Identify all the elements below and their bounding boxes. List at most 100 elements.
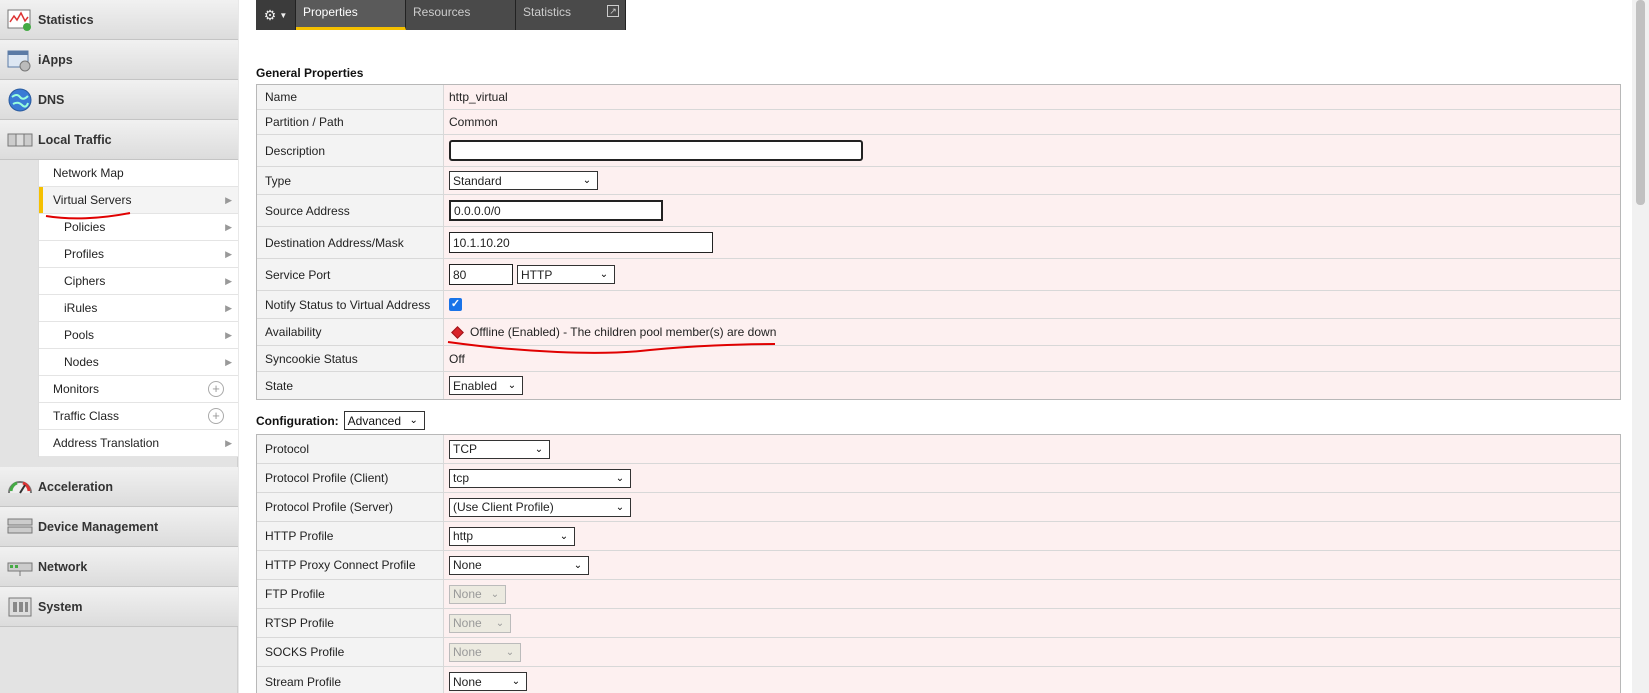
main-content: ⚙ ▼ Properties Resources Statistics ↗ Gene… <box>239 0 1649 693</box>
local-traffic-icon <box>5 127 35 153</box>
ftp-profile-select: None ⌄ <box>449 584 506 604</box>
row-notify-status: Notify Status to Virtual Address ✓ <box>257 291 1620 319</box>
nav-system[interactable]: System <box>0 587 238 627</box>
configuration-mode-select[interactable]: Advanced ⌄ <box>343 411 425 430</box>
destination-address-input[interactable]: 10.1.10.20 <box>449 232 713 253</box>
row-protocol-profile-server: Protocol Profile (Server) (Use Client Pr… <box>257 493 1620 522</box>
http-profile-select[interactable]: http ⌄ <box>449 526 575 546</box>
gear-menu-button[interactable]: ⚙ ▼ <box>256 0 296 30</box>
offline-status-icon <box>451 325 464 339</box>
system-icon <box>5 594 35 620</box>
state-select[interactable]: Enabled ⌄ <box>449 376 523 395</box>
local-traffic-submenu: Network Map Virtual Servers ▶ Policies ▶ P… <box>38 160 238 457</box>
add-icon[interactable]: + <box>208 381 224 397</box>
chevron-right-icon: ▶ <box>225 249 232 259</box>
http-proxy-connect-select[interactable]: None ⌄ <box>449 555 589 575</box>
source-address-input[interactable]: 0.0.0.0/0 <box>449 200 663 221</box>
service-port-input[interactable]: 80 <box>449 264 513 285</box>
description-input[interactable] <box>449 140 863 161</box>
general-properties-title: General Properties <box>256 66 364 80</box>
subnav-address-translation[interactable]: Address Translation ▶ <box>39 430 238 457</box>
subnav-network-map[interactable]: Network Map <box>39 160 238 187</box>
chevron-right-icon: ▶ <box>225 276 232 286</box>
row-syncookie: Syncookie Status Off <box>257 346 1620 372</box>
chevron-right-icon: ▶ <box>225 357 232 367</box>
external-link-icon[interactable]: ↗ <box>607 5 619 17</box>
row-protocol-profile-client: Protocol Profile (Client) tcp ⌄ <box>257 464 1620 493</box>
row-partition: Partition / Path Common <box>257 110 1620 135</box>
gear-icon: ⚙ <box>263 6 277 23</box>
tab-properties[interactable]: Properties <box>296 0 406 30</box>
add-icon[interactable]: + <box>208 408 224 424</box>
configuration-table: Protocol TCP ⌄ Protocol Profile (Client) … <box>256 434 1621 693</box>
chevron-down-icon: ⌄ <box>495 617 505 629</box>
row-http-proxy-connect: HTTP Proxy Connect Profile None ⌄ <box>257 551 1620 580</box>
row-ftp-profile: FTP Profile None ⌄ <box>257 580 1620 609</box>
subnav-pools[interactable]: Pools ▶ <box>39 322 238 349</box>
chevron-down-icon: ⌄ <box>615 472 625 484</box>
subnav-profiles[interactable]: Profiles ▶ <box>39 241 238 268</box>
partition-value: Common <box>444 110 1620 134</box>
tab-resources[interactable]: Resources <box>406 0 516 30</box>
server-icon <box>5 514 35 540</box>
protocol-select[interactable]: TCP ⌄ <box>449 439 550 459</box>
subnav-nodes[interactable]: Nodes ▶ <box>39 349 238 376</box>
gauge-icon <box>5 474 35 500</box>
row-protocol: Protocol TCP ⌄ <box>257 435 1620 464</box>
protocol-profile-client-select[interactable]: tcp ⌄ <box>449 468 631 488</box>
chevron-down-icon: ⌄ <box>573 559 583 571</box>
stream-profile-select[interactable]: None ⌄ <box>449 672 527 691</box>
service-port-protocol-select[interactable]: HTTP ⌄ <box>517 265 615 284</box>
subnav-irules[interactable]: iRules ▶ <box>39 295 238 322</box>
globe-icon <box>5 87 35 113</box>
row-source-address: Source Address 0.0.0.0/0 <box>257 195 1620 227</box>
nav-network[interactable]: Network <box>0 547 238 587</box>
socks-profile-select: None ⌄ <box>449 642 521 662</box>
row-name: Name http_virtual <box>257 85 1620 110</box>
chevron-down-icon: ⌄ <box>559 530 569 542</box>
chevron-right-icon: ▶ <box>225 195 232 205</box>
nav-iapps[interactable]: iApps <box>0 40 238 80</box>
subnav-virtual-servers[interactable]: Virtual Servers ▶ <box>39 187 238 214</box>
statistics-icon <box>5 7 35 33</box>
nav-statistics[interactable]: Statistics <box>0 0 238 40</box>
nav-local-traffic[interactable]: Local Traffic <box>0 120 238 160</box>
general-properties-table: Name http_virtual Partition / Path Commo… <box>256 84 1621 400</box>
row-type: Type Standard ⌄ <box>257 167 1620 195</box>
chevron-down-icon: ⌄ <box>490 588 500 600</box>
chevron-down-icon: ⌄ <box>615 501 625 513</box>
rtsp-profile-select: None ⌄ <box>449 613 511 633</box>
row-state: State Enabled ⌄ <box>257 372 1620 399</box>
row-destination: Destination Address/Mask 10.1.10.20 <box>257 227 1620 259</box>
chevron-right-icon: ▶ <box>225 438 232 448</box>
tab-statistics[interactable]: Statistics ↗ <box>516 0 626 30</box>
chevron-right-icon: ▶ <box>225 222 232 232</box>
subnav-ciphers[interactable]: Ciphers ▶ <box>39 268 238 295</box>
chevron-right-icon: ▶ <box>225 303 232 313</box>
chevron-down-icon: ⌄ <box>534 443 544 455</box>
notify-status-checkbox[interactable]: ✓ <box>449 298 462 311</box>
subnav-traffic-class[interactable]: Traffic Class + <box>39 403 238 430</box>
protocol-profile-server-select[interactable]: (Use Client Profile) ⌄ <box>449 497 631 517</box>
subnav-monitors[interactable]: Monitors + <box>39 376 238 403</box>
chevron-right-icon: ▶ <box>225 330 232 340</box>
subnav-policies[interactable]: Policies ▶ <box>39 214 238 241</box>
availability-value: Offline (Enabled) - The children pool me… <box>470 325 777 339</box>
row-service-port: Service Port 80 HTTP ⌄ <box>257 259 1620 291</box>
network-icon <box>5 554 35 580</box>
nav-dns[interactable]: DNS <box>0 80 238 120</box>
tab-bar: ⚙ ▼ Properties Resources Statistics ↗ <box>256 0 626 30</box>
row-availability: Availability Offline (Enabled) - The chi… <box>257 319 1620 346</box>
chevron-down-icon: ⌄ <box>511 676 521 687</box>
chevron-down-icon: ⌄ <box>599 269 609 280</box>
vertical-scrollbar[interactable] <box>1632 0 1649 693</box>
row-description: Description <box>257 135 1620 167</box>
type-select[interactable]: Standard ⌄ <box>449 171 598 190</box>
chevron-down-icon: ▼ <box>279 10 288 20</box>
chevron-down-icon: ⌄ <box>582 175 592 186</box>
iapps-icon <box>5 47 35 73</box>
scrollbar-thumb[interactable] <box>1636 0 1645 205</box>
row-rtsp-profile: RTSP Profile None ⌄ <box>257 609 1620 638</box>
nav-acceleration[interactable]: Acceleration <box>0 467 238 507</box>
nav-device-management[interactable]: Device Management <box>0 507 238 547</box>
